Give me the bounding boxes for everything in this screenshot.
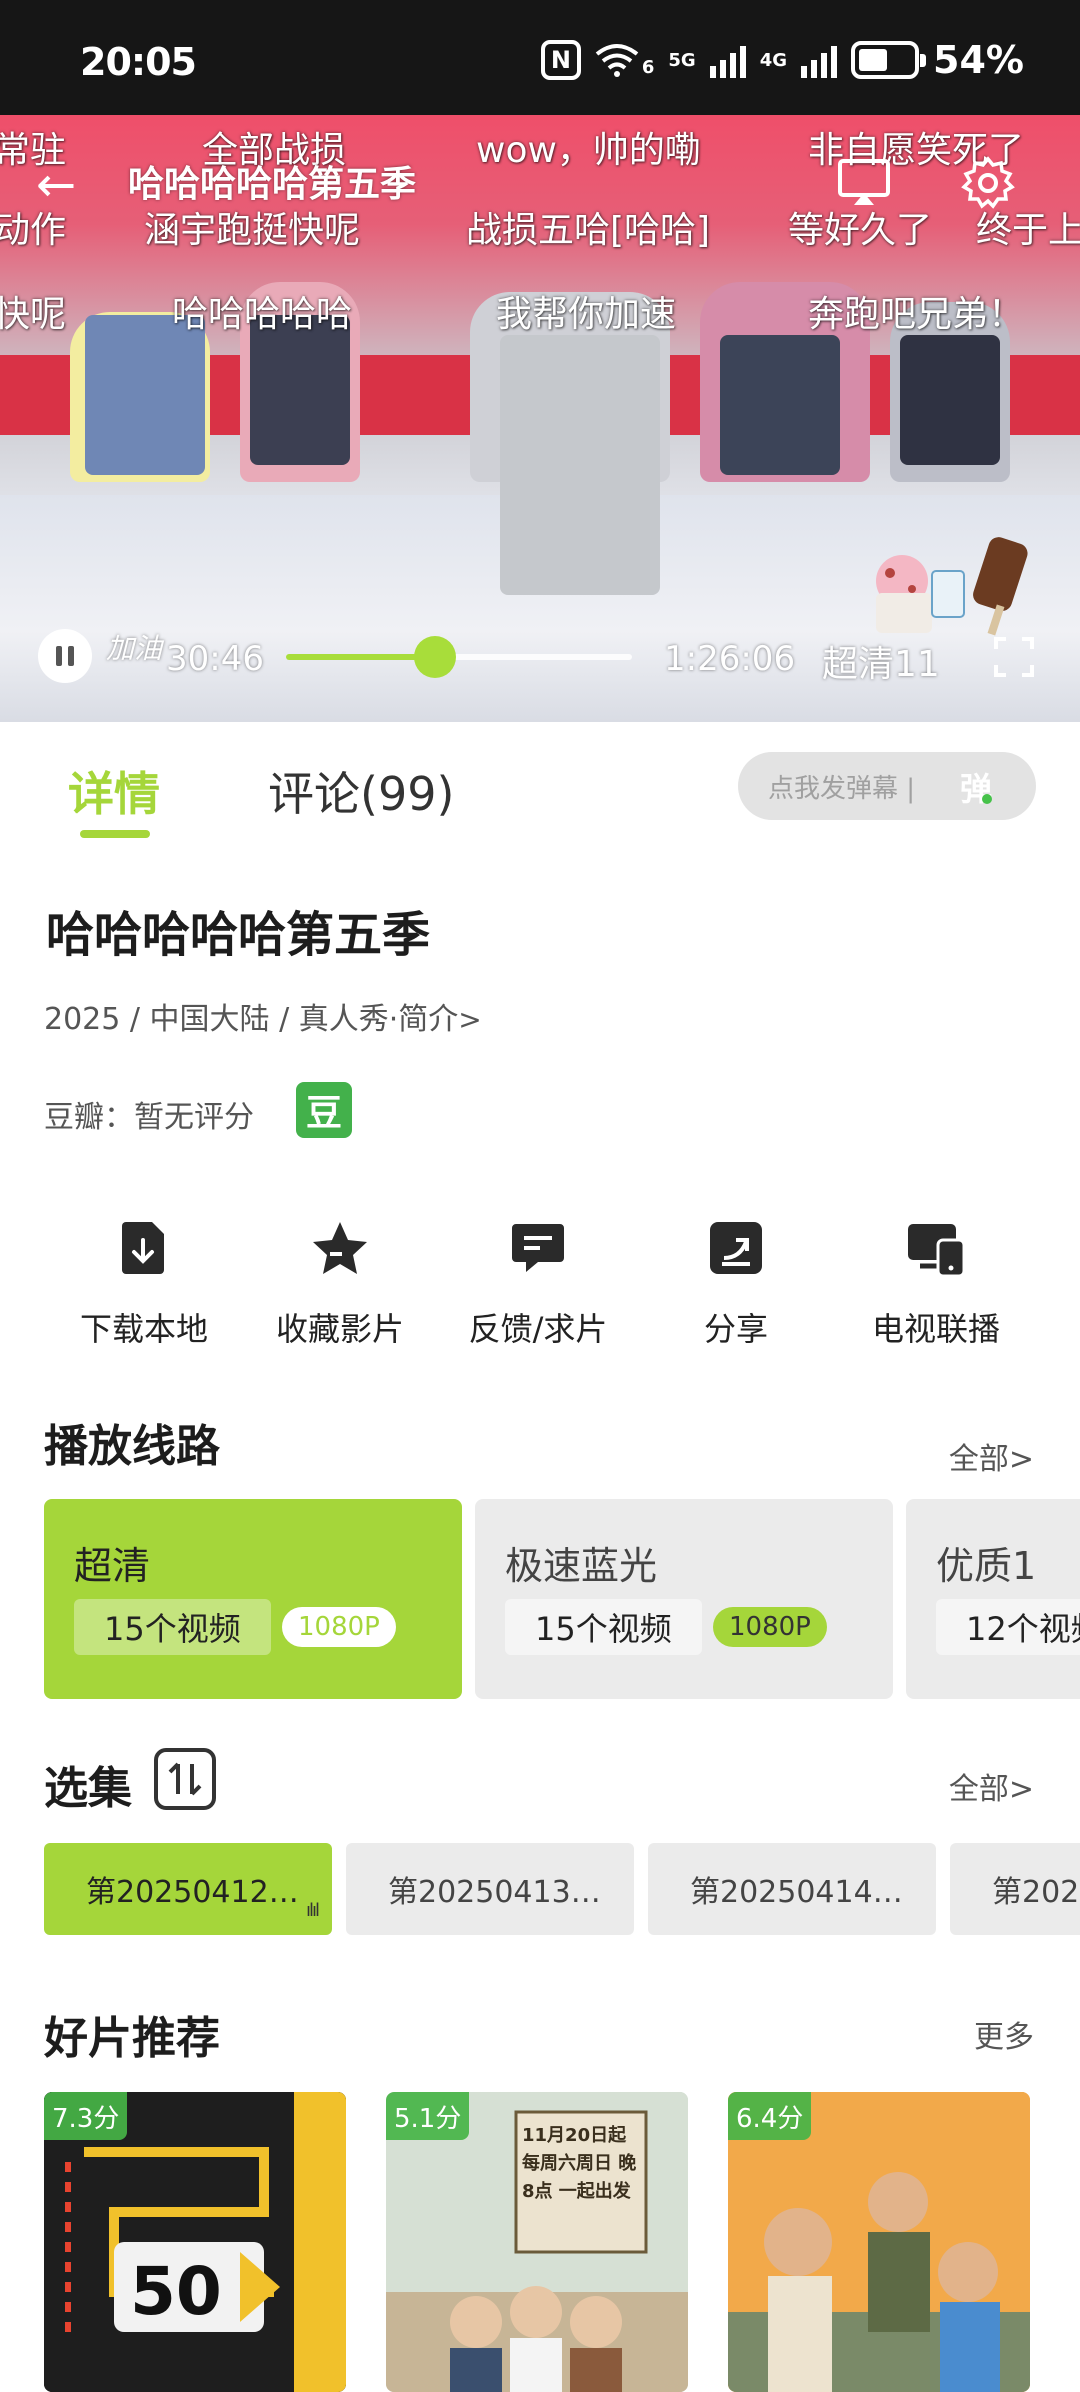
svg-text:50: 50 — [130, 2253, 222, 2330]
player-title: 哈哈哈哈哈第五季 — [128, 164, 417, 205]
danmaku: 哈哈哈哈哈 — [172, 294, 353, 335]
recommend-poster[interactable]: 50 7.3分 — [44, 2092, 346, 2392]
back-arrow-icon[interactable]: ← — [36, 155, 96, 215]
action-row: 下载本地 收藏影片 反馈/求片 分享 电视联播 — [0, 1218, 1080, 1358]
download-button[interactable]: 下载本地 — [44, 1218, 244, 1350]
poster-score: 6.4分 — [728, 2092, 812, 2140]
quality-button[interactable]: 超清11 — [822, 635, 940, 687]
signal-4g-icon — [801, 42, 838, 78]
episode-label: 第20250412… — [86, 1875, 299, 1910]
battery-icon — [851, 41, 927, 79]
danmaku: 我帮你加速 — [496, 294, 677, 335]
tv-cast-label: 电视联播 — [871, 1310, 1000, 1348]
danmu-status-dot — [982, 794, 992, 804]
progress-fill — [286, 654, 435, 660]
recommend-more-link[interactable]: 更多 — [974, 2012, 1034, 2056]
route-badge: 1080P — [713, 1607, 827, 1647]
tab-details[interactable]: 详情 — [68, 758, 160, 824]
tab-underline — [80, 830, 150, 838]
detail-tabs: 详情 评论(99) 点我发弹幕 | 弹 — [0, 722, 1080, 852]
episode-label: 第20250413… — [388, 1875, 601, 1910]
favorite-button[interactable]: 收藏影片 — [240, 1218, 440, 1350]
route-card[interactable]: 极速蓝光 15个视频 1080P — [475, 1499, 893, 1699]
progress-slider[interactable] — [286, 636, 632, 678]
feedback-icon — [512, 1224, 564, 1272]
route-count: 15个视频 — [74, 1599, 271, 1655]
download-icon — [122, 1222, 164, 1274]
status-time: 20:05 — [80, 40, 197, 84]
route-card[interactable]: 优质1 12个视频 — [906, 1499, 1080, 1699]
total-time: 1:26:06 — [664, 639, 796, 679]
danmu-input-placeholder: 点我发弹幕 | — [768, 773, 916, 804]
tv-cast-button[interactable]: 电视联播 — [836, 1218, 1036, 1350]
danmaku: 快呢 — [0, 294, 67, 335]
danmaku: 奔跑吧兄弟！ — [808, 294, 1025, 335]
tab-comments[interactable]: 评论(99) — [268, 758, 454, 824]
sort-toggle-icon[interactable] — [154, 1748, 216, 1810]
tv-cast-icon — [908, 1224, 966, 1278]
route-name: 极速蓝光 — [505, 1544, 658, 1588]
net-5g-label: 5G — [668, 49, 696, 71]
recommend-poster[interactable]: 11月20日起 每周六周日 晚8点 一起出发 5.1分 — [386, 2092, 688, 2392]
routes-all-link[interactable]: 全部> — [949, 1434, 1034, 1478]
routes-title: 播放线路 — [44, 1421, 220, 1472]
download-label: 下载本地 — [79, 1310, 208, 1348]
pause-button[interactable] — [38, 629, 92, 683]
episodes-all-link[interactable]: 全部> — [949, 1764, 1034, 1808]
route-name: 超清 — [74, 1544, 151, 1588]
progress-knob[interactable] — [413, 636, 456, 678]
settings-gear-icon[interactable] — [960, 155, 1016, 211]
wifi-tag: 6 — [641, 57, 655, 78]
share-icon — [710, 1222, 762, 1274]
episode-item[interactable]: 第20250413… — [346, 1843, 634, 1935]
star-icon — [313, 1222, 367, 1274]
nfc-icon: N — [540, 40, 581, 80]
show-meta: 2025 / 中国大陆 / 真人秀·简介 — [44, 1002, 459, 1037]
recommend-title: 好片推荐 — [44, 2013, 220, 2064]
poster-caption: 11月20日起 每周六周日 晚8点 一起出发 — [522, 2125, 637, 2202]
episodes-title: 选集 — [44, 1763, 132, 1814]
net-4g-label: 4G — [759, 49, 788, 71]
share-button[interactable]: 分享 — [636, 1218, 836, 1350]
battery-percent: 54% — [933, 38, 1024, 82]
favorite-label: 收藏影片 — [275, 1310, 404, 1348]
episode-item[interactable]: 第2025… — [950, 1843, 1080, 1935]
danmaku: 涵宇跑挺快呢 — [144, 210, 361, 251]
chevron-right-icon: > — [458, 1003, 482, 1036]
route-count: 15个视频 — [505, 1599, 702, 1655]
show-title: 哈哈哈哈哈第五季 — [46, 907, 431, 963]
status-icons: N 6 5G 4G 54% — [540, 38, 1024, 82]
poster-score: 7.3分 — [44, 2092, 128, 2140]
route-count: 12个视频 — [936, 1599, 1080, 1655]
wifi-icon: 6 — [595, 42, 655, 78]
show-meta-link[interactable]: 2025 / 中国大陆 / 真人秀·简介> — [44, 994, 482, 1038]
signal-5g-icon — [709, 42, 746, 78]
route-name: 优质1 — [936, 1544, 1037, 1588]
episode-item[interactable]: 第20250412… ılıl — [44, 1843, 332, 1935]
episode-label: 第2025… — [992, 1875, 1080, 1910]
playing-wave-icon: ılıl — [305, 1900, 320, 1921]
screen-cast-icon[interactable] — [836, 155, 892, 211]
douban-rating: 豆瓣：暂无评分 — [44, 1100, 254, 1135]
feedback-label: 反馈/求片 — [468, 1310, 608, 1348]
poster-score: 5.1分 — [386, 2092, 470, 2140]
recommend-poster[interactable]: 6.4分 — [728, 2092, 1030, 2392]
danmaku: 战损五哈[哈哈] — [466, 210, 711, 251]
fullscreen-icon[interactable] — [994, 637, 1034, 677]
danmu-input[interactable]: 点我发弹幕 | 弹 — [738, 752, 1036, 820]
episode-label: 第20250414… — [690, 1875, 903, 1910]
share-label: 分享 — [703, 1310, 768, 1348]
video-player[interactable]: 常驻 全部战损 wow，帅的嘞 非自愿笑死了 动作 涵宇跑挺快呢 战损五哈[哈哈… — [0, 115, 1080, 722]
episode-item[interactable]: 第20250414… — [648, 1843, 936, 1935]
route-badge: 1080P — [282, 1607, 396, 1647]
current-time: 30:46 — [166, 639, 264, 679]
douban-badge[interactable]: 豆 — [296, 1082, 352, 1138]
danmaku: 加油 — [106, 632, 163, 665]
icecream-sticker — [876, 537, 1028, 636]
status-bar: 20:05 N 6 5G 4G 54% — [0, 0, 1080, 115]
route-card[interactable]: 超清 15个视频 1080P — [44, 1499, 462, 1699]
danmaku: wow，帅的嘞 — [476, 130, 701, 171]
feedback-button[interactable]: 反馈/求片 — [438, 1218, 638, 1350]
